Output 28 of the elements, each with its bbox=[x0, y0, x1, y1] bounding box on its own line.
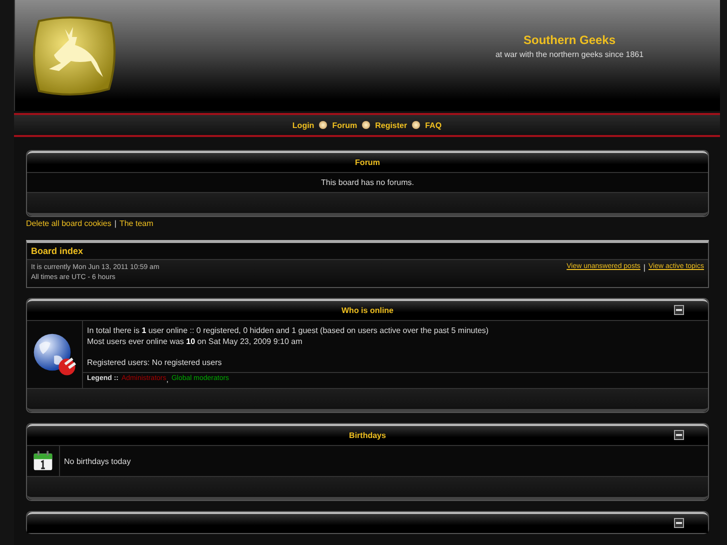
nav-link[interactable]: Login bbox=[292, 120, 314, 130]
calendar-icon bbox=[32, 450, 54, 472]
collapse-icon[interactable] bbox=[674, 430, 684, 440]
birthdays-message: No birthdays today bbox=[64, 456, 131, 466]
nav-link[interactable]: Register bbox=[375, 120, 408, 130]
panel-title: Birthdays bbox=[349, 431, 386, 440]
site-title: Southern Geeks bbox=[523, 32, 616, 46]
footer-link[interactable]: The team bbox=[119, 219, 154, 228]
bullet-icon bbox=[319, 121, 328, 129]
globe-plug-icon bbox=[32, 332, 78, 378]
registered-users-text: Registered users: No registered users bbox=[87, 357, 223, 368]
footer-link[interactable]: Delete all board cookies bbox=[26, 219, 112, 228]
nav-link[interactable]: Forum bbox=[332, 120, 358, 130]
collapse-icon[interactable] bbox=[674, 518, 684, 528]
site-tagline: at war with the northern geeks since 1861 bbox=[495, 50, 644, 58]
separator: | bbox=[114, 219, 116, 228]
panel-title: Forum bbox=[355, 158, 380, 167]
bullet-icon bbox=[362, 121, 370, 129]
bullet-icon bbox=[412, 121, 420, 129]
online-stats-text: Most users ever online was 10 on Sat May 23, 2009 9:10 am bbox=[87, 336, 304, 347]
board-index-title[interactable]: Board index bbox=[31, 246, 84, 256]
nav-link[interactable]: FAQ bbox=[425, 120, 442, 130]
separator: , bbox=[166, 375, 168, 384]
collapse-icon[interactable] bbox=[674, 305, 684, 315]
separator: | bbox=[643, 263, 646, 272]
online-stats-text: In total there is 1 user online :: 0 registered, 0 hidden and 1 guest (based on users active over the past 5 minutes) bbox=[87, 325, 490, 336]
panel-title: Who is online bbox=[342, 306, 394, 315]
panel-message: This board has no forums. bbox=[321, 178, 414, 187]
